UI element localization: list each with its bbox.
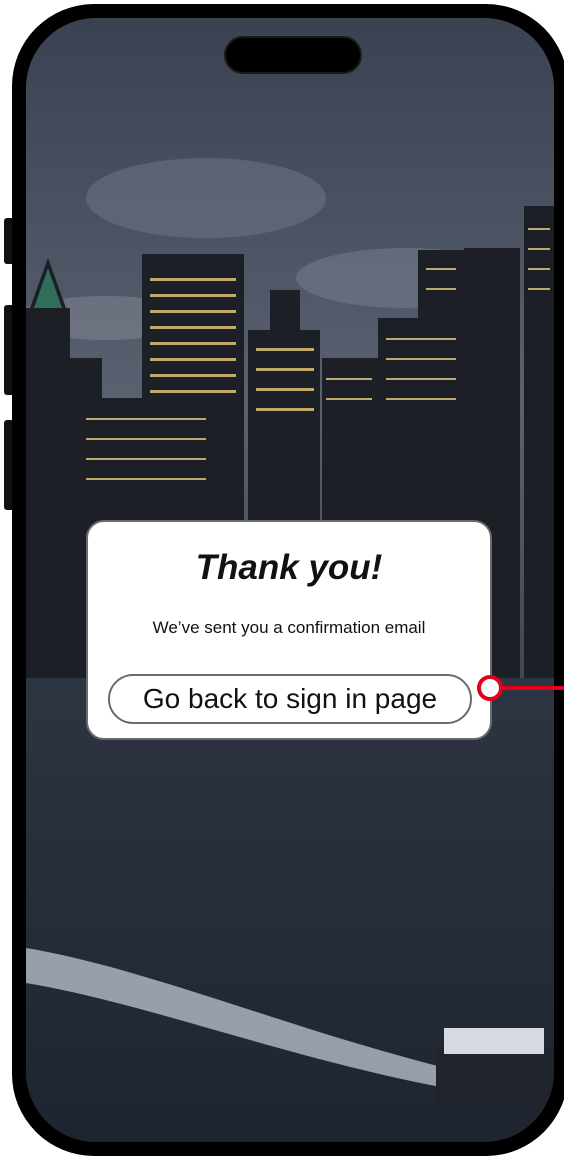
prototype-hotspot-icon bbox=[477, 675, 503, 701]
dialog-message: We’ve sent you a confirmation email bbox=[152, 618, 426, 637]
back-to-sign-in-button[interactable]: Go back to sign in page bbox=[108, 674, 472, 724]
phone-frame: Thank you! We’ve sent you a confirmation… bbox=[12, 4, 564, 1156]
confirmation-dialog: Thank you! We’ve sent you a confirmation… bbox=[86, 520, 492, 740]
prototype-connector-line bbox=[503, 686, 564, 690]
mockup-canvas: Thank you! We’ve sent you a confirmation… bbox=[0, 0, 564, 1160]
dynamic-island bbox=[224, 36, 362, 74]
phone-screen: Thank you! We’ve sent you a confirmation… bbox=[26, 18, 554, 1142]
dialog-title: Thank you! bbox=[195, 548, 383, 587]
